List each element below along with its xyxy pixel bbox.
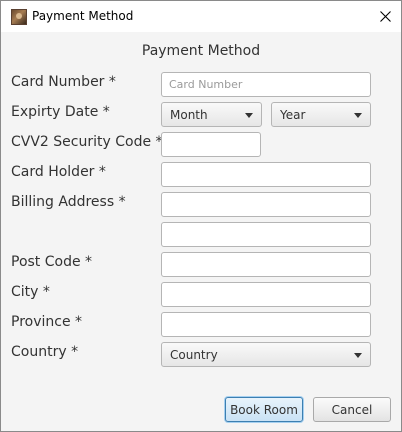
city-input[interactable] — [161, 282, 371, 307]
dialog-content: Payment Method Card Number * Expirty Dat… — [1, 32, 401, 431]
billing-address-line2-input[interactable] — [161, 222, 371, 247]
chevron-down-icon — [354, 353, 362, 358]
card-holder-label: Card Holder * — [11, 164, 106, 180]
country-select[interactable]: Country — [161, 342, 371, 367]
province-input[interactable] — [161, 312, 371, 337]
card-holder-input[interactable] — [161, 162, 371, 187]
window-title: Payment Method — [32, 9, 134, 23]
book-room-button[interactable]: Book Room — [225, 397, 303, 422]
post-code-label: Post Code * — [11, 254, 93, 270]
province-label: Province * — [11, 314, 83, 330]
billing-address-label: Billing Address * — [11, 194, 126, 210]
chevron-down-icon — [354, 113, 362, 118]
card-number-input[interactable] — [161, 72, 371, 97]
country-value: Country — [170, 348, 218, 362]
expiry-month-value: Month — [170, 108, 208, 122]
city-label: City * — [11, 284, 50, 300]
expiry-year-value: Year — [280, 108, 306, 122]
expiry-date-label: Expirty Date * — [11, 104, 110, 120]
cvv2-label: CVV2 Security Code * — [11, 134, 163, 150]
cvv2-input[interactable] — [161, 132, 261, 157]
country-label: Country * — [11, 344, 79, 360]
expiry-month-select[interactable]: Month — [161, 102, 262, 127]
chevron-down-icon — [245, 113, 253, 118]
form-heading: Payment Method — [141, 43, 261, 59]
close-icon — [379, 10, 391, 22]
cancel-button[interactable]: Cancel — [313, 397, 391, 422]
post-code-input[interactable] — [161, 252, 371, 277]
dialog-window: Payment Method Payment Method Card Numbe… — [0, 0, 402, 432]
expiry-year-select[interactable]: Year — [271, 102, 371, 127]
card-number-label: Card Number * — [11, 74, 116, 90]
app-icon — [11, 9, 27, 25]
title-bar[interactable]: Payment Method — [1, 1, 401, 32]
billing-address-line1-input[interactable] — [161, 192, 371, 217]
close-button[interactable] — [369, 1, 401, 31]
